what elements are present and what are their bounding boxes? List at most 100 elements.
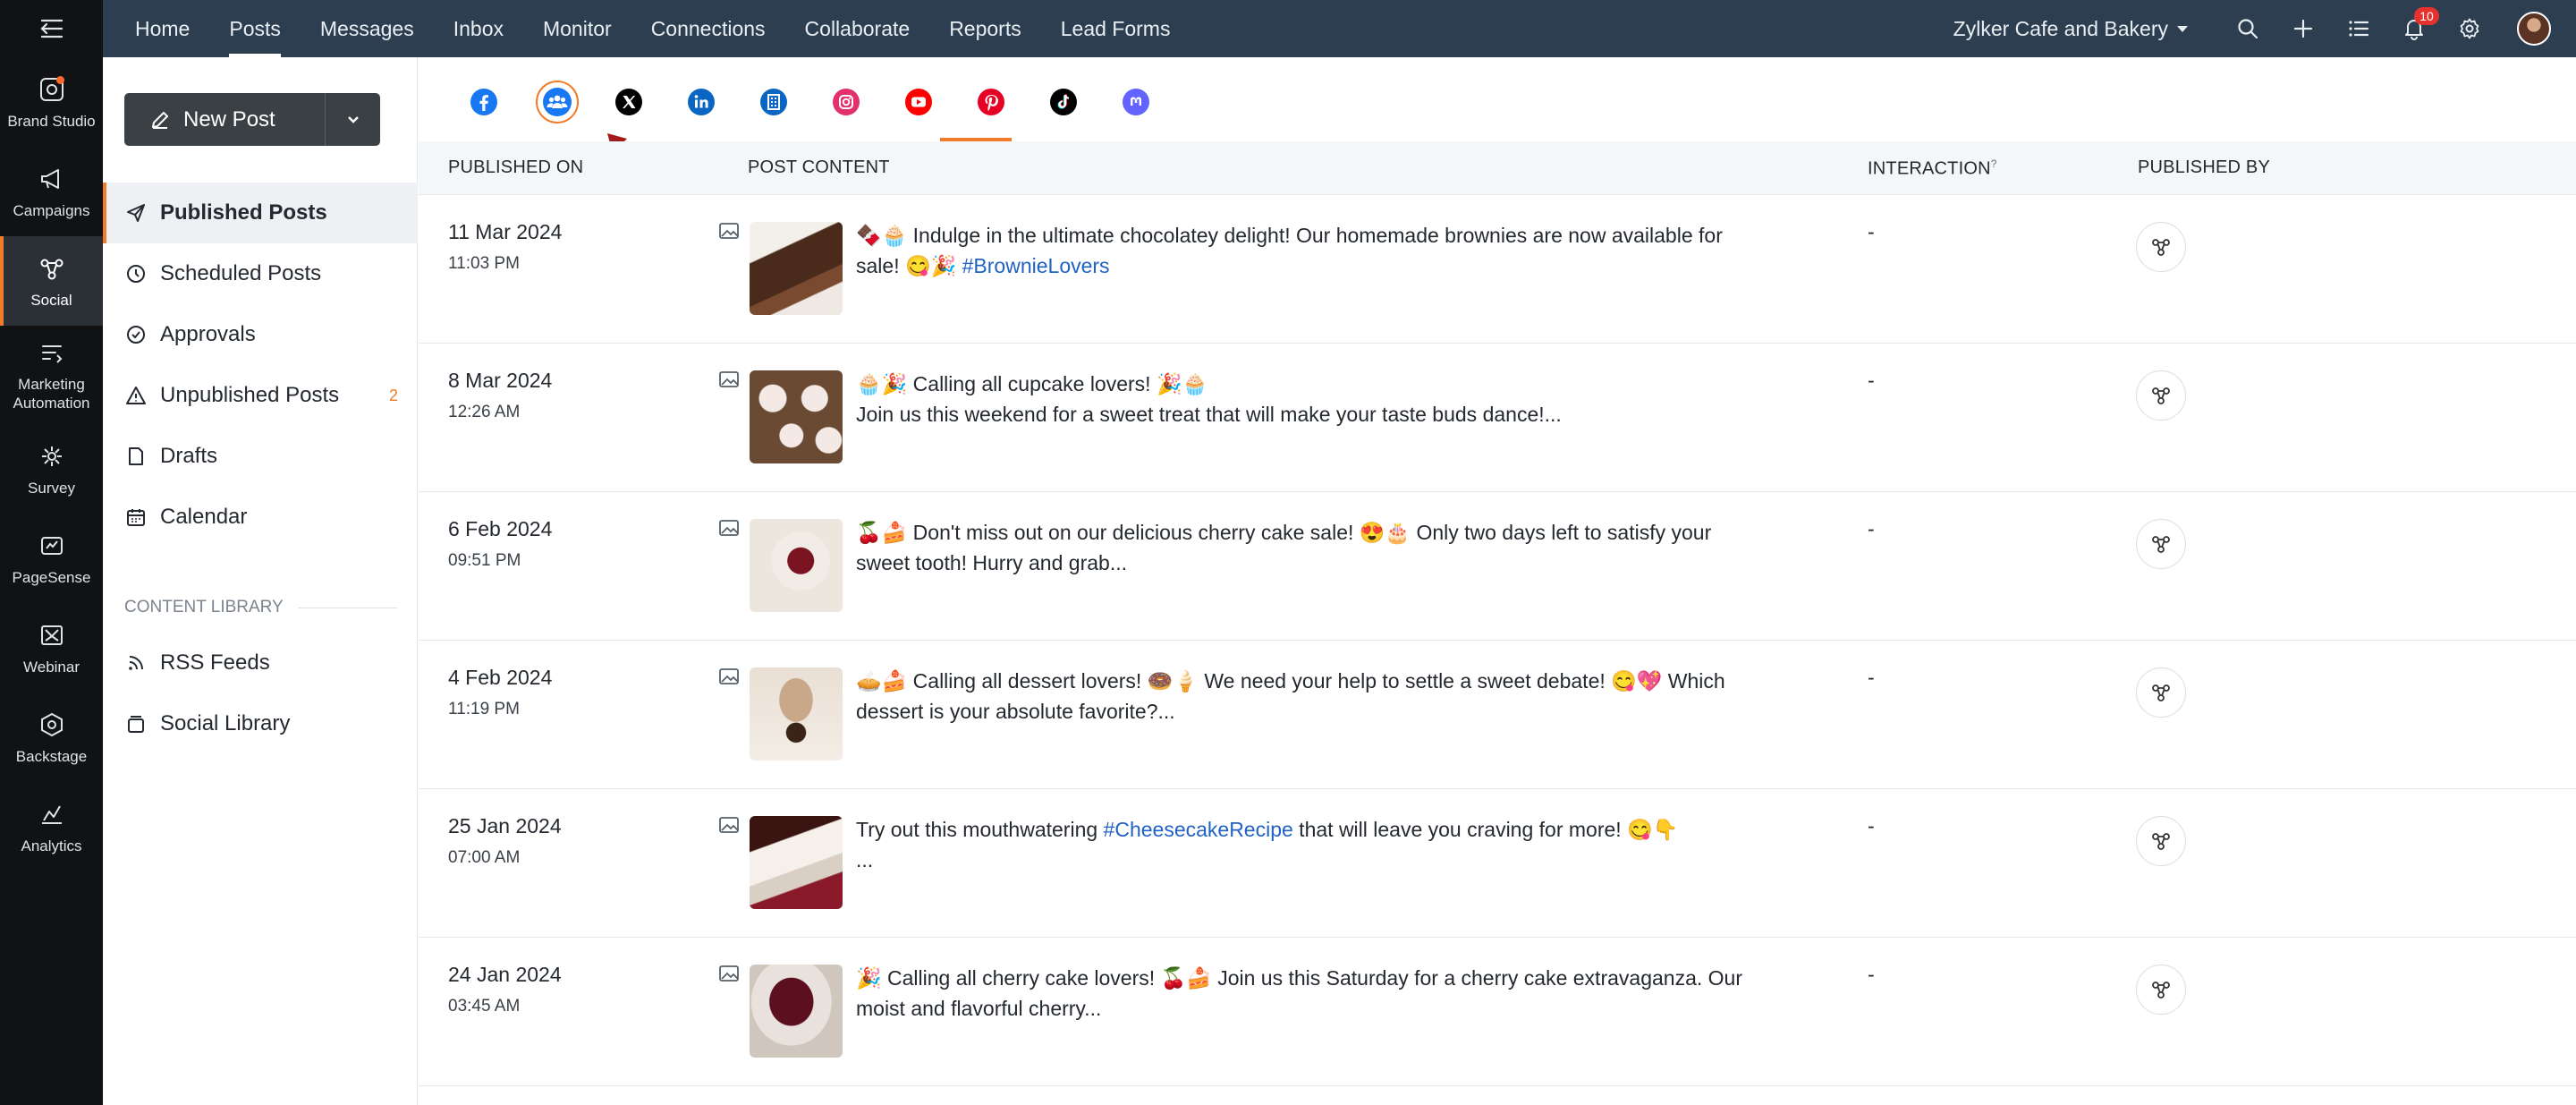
post-content[interactable]: 🍒🍰 Don't miss out on our delicious cherr… (856, 517, 1759, 578)
sidebar-item-label: Drafts (160, 444, 218, 468)
sidebar-item-scheduled-posts[interactable]: Scheduled Posts (103, 243, 418, 304)
survey-icon (37, 441, 67, 472)
rail-item-marketing-automation[interactable]: Marketing Automation (0, 326, 103, 424)
new-post-button[interactable]: New Post (124, 93, 325, 146)
chevron-down-icon (347, 115, 359, 123)
tab-lead-forms[interactable]: Lead Forms (1041, 0, 1191, 57)
hashtag-link[interactable]: #BrownieLovers (962, 254, 1110, 277)
sidebar-item-label: Approvals (160, 322, 256, 346)
published-by-avatar[interactable] (2136, 222, 2186, 272)
published-by-avatar[interactable] (2136, 965, 2186, 1015)
tab-collaborate[interactable]: Collaborate (785, 0, 930, 57)
post-thumbnail[interactable] (750, 965, 843, 1058)
channel-tab-mastodon[interactable] (1116, 82, 1156, 122)
tiktok-icon (1050, 89, 1077, 115)
brand-selector[interactable]: Zylker Cafe and Bakery (1953, 17, 2188, 41)
published-by-avatar[interactable] (2136, 370, 2186, 421)
social-share-icon (2152, 833, 2170, 850)
tab-inbox[interactable]: Inbox (434, 0, 523, 57)
table-row[interactable]: 6 Feb 2024 09:51 PM 🍒🍰 Don't miss out on… (419, 492, 2576, 641)
sidebar-item-calendar[interactable]: Calendar (103, 487, 418, 548)
tab-messages[interactable]: Messages (301, 0, 434, 57)
channel-tab-facebook[interactable] (464, 82, 504, 122)
channel-tab-tiktok[interactable] (1044, 82, 1083, 122)
add-button[interactable] (2275, 0, 2331, 57)
rail-item-webinar[interactable]: Webinar (0, 603, 103, 693)
rail-item-social[interactable]: Social (0, 236, 103, 326)
rail-item-campaigns[interactable]: Campaigns (0, 147, 103, 236)
tab-home[interactable]: Home (103, 0, 209, 57)
channel-tab-pinterest[interactable] (971, 82, 1011, 122)
hashtag-link[interactable]: #CheesecakeRecipe (1104, 818, 1293, 841)
column-header-published-on[interactable]: PUBLISHED ON (448, 157, 583, 178)
published-by-avatar[interactable] (2136, 519, 2186, 569)
post-content[interactable]: Try out this mouthwatering #CheesecakeRe… (856, 814, 1759, 875)
settings-button[interactable] (2442, 0, 2497, 57)
image-post-icon (719, 817, 739, 833)
sidebar-item-label: Unpublished Posts (160, 383, 340, 407)
post-content[interactable]: 🍫🧁 Indulge in the ultimate chocolatey de… (856, 220, 1759, 281)
rail-label: Backstage (15, 747, 88, 765)
tab-monitor[interactable]: Monitor (523, 0, 631, 57)
rail-item-analytics[interactable]: Analytics (0, 782, 103, 871)
channel-tab-instagram[interactable] (826, 82, 866, 122)
channel-tab-youtube[interactable] (899, 82, 938, 122)
rail-label: Analytics (21, 837, 82, 854)
table-row[interactable]: 4 Feb 2024 11:19 PM 🥧🍰 Calling all desse… (419, 641, 2576, 789)
post-content[interactable]: 🥧🍰 Calling all dessert lovers! 🍩🍦 We nee… (856, 666, 1759, 727)
channel-tab-facebook-groups[interactable] (536, 81, 579, 123)
column-header-interaction: INTERACTION? (1868, 157, 1997, 180)
rail-item-backstage[interactable]: Backstage (0, 693, 103, 782)
new-post-dropdown-button[interactable] (325, 93, 380, 146)
sidebar-item-label: Calendar (160, 505, 248, 529)
tab-posts[interactable]: Posts (209, 0, 301, 57)
tab-reports[interactable]: Reports (929, 0, 1041, 57)
hamburger-menu-button[interactable] (0, 0, 103, 57)
rail-item-brand-studio[interactable]: Brand Studio (0, 57, 103, 147)
post-thumbnail[interactable] (750, 816, 843, 909)
post-thumbnail[interactable] (750, 519, 843, 612)
post-date: 24 Jan 2024 (448, 963, 562, 986)
table-row[interactable]: 8 Mar 2024 12:26 AM 🧁🎉 Calling all cupca… (419, 344, 2576, 492)
image-post-icon (719, 520, 739, 536)
sidebar-item-rss-feeds[interactable]: RSS Feeds (103, 633, 418, 693)
table-row[interactable]: 11 Mar 2024 11:03 PM 🍫🧁 Indulge in the u… (419, 195, 2576, 344)
facebook-icon (470, 89, 497, 115)
notifications-button[interactable]: 10 (2386, 0, 2442, 57)
x-twitter-icon (615, 89, 642, 115)
user-avatar[interactable] (2517, 12, 2551, 46)
social-share-icon (2152, 982, 2170, 999)
interaction-value: - (1868, 517, 1875, 540)
post-thumbnail[interactable] (750, 370, 843, 463)
channel-tab-linkedin[interactable] (682, 82, 721, 122)
post-thumbnail[interactable] (750, 222, 843, 315)
backstage-icon (37, 710, 67, 740)
rail-label: PageSense (12, 568, 91, 586)
rail-item-survey[interactable]: Survey (0, 424, 103, 514)
image-post-icon (719, 965, 739, 982)
search-button[interactable] (2220, 0, 2275, 57)
rail-item-pagesense[interactable]: PageSense (0, 514, 103, 603)
tasks-button[interactable] (2331, 0, 2386, 57)
sidebar-item-approvals[interactable]: Approvals (103, 304, 418, 365)
channel-tab-linkedin-page[interactable] (754, 82, 793, 122)
post-content[interactable]: 🧁🎉 Calling all cupcake lovers! 🎉🧁 Join u… (856, 369, 1759, 429)
sidebar-item-label: Social Library (160, 711, 291, 735)
table-row[interactable]: 25 Jan 2024 07:00 AM Try out this mouthw… (419, 789, 2576, 938)
posts-sidebar: New Post Published Posts Scheduled Posts… (103, 57, 418, 1105)
sidebar-item-published-posts[interactable]: Published Posts (103, 183, 418, 243)
table-row[interactable]: 24 Jan 2024 03:45 AM 🎉 Calling all cherr… (419, 938, 2576, 1086)
post-content[interactable]: 🎉 Calling all cherry cake lovers! 🍒🍰 Joi… (856, 963, 1759, 1024)
sidebar-item-unpublished-posts[interactable]: Unpublished Posts 2 (103, 365, 418, 426)
sidebar-item-drafts[interactable]: Drafts (103, 426, 418, 487)
published-by-avatar[interactable] (2136, 816, 2186, 866)
image-post-icon (719, 668, 739, 684)
sidebar-item-social-library[interactable]: Social Library (103, 693, 418, 754)
linkedin-icon (688, 89, 715, 115)
social-share-icon (2152, 684, 2170, 701)
info-icon[interactable]: ? (1991, 157, 1997, 170)
published-by-avatar[interactable] (2136, 667, 2186, 718)
tab-connections[interactable]: Connections (631, 0, 785, 57)
channel-tab-x[interactable] (609, 82, 648, 122)
post-thumbnail[interactable] (750, 667, 843, 761)
